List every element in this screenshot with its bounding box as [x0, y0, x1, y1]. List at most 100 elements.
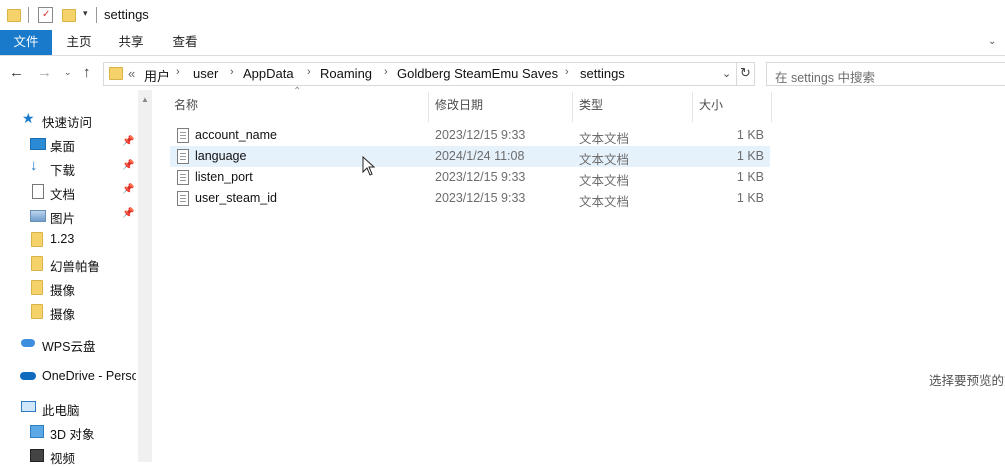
breadcrumb-settings[interactable]: settings: [580, 66, 625, 81]
refresh-icon[interactable]: ↻: [740, 65, 751, 81]
video-icon: [30, 449, 44, 462]
chevron-right-icon[interactable]: ›: [176, 66, 180, 78]
chevron-right-icon[interactable]: ›: [565, 66, 569, 78]
sidebar-item-folder-1-23[interactable]: 1.23: [0, 227, 138, 251]
column-divider[interactable]: [572, 92, 573, 122]
table-row[interactable]: account_name 2023/12/15 9:33 文本文档 1 KB: [170, 125, 770, 146]
pin-icon[interactable]: 📌: [122, 208, 134, 219]
sidebar-item-quick-access[interactable]: ★ 快速访问: [0, 107, 138, 131]
tab-share[interactable]: 共享: [110, 30, 152, 55]
sort-ascending-icon: ⌃: [293, 86, 302, 97]
text-file-icon: [177, 170, 189, 185]
sidebar-item-label: 文档: [50, 188, 76, 202]
sidebar-item-wps-cloud[interactable]: WPS云盘: [0, 331, 138, 355]
column-divider[interactable]: [771, 92, 772, 122]
toolbar-separator: [28, 7, 29, 23]
breadcrumb-users[interactable]: 用户: [144, 66, 170, 85]
column-header-name[interactable]: 名称: [174, 96, 198, 113]
sidebar-item-documents[interactable]: 文档 📌: [0, 179, 138, 203]
chevron-right-icon[interactable]: ›: [307, 66, 311, 78]
breadcrumb-appdata[interactable]: AppData: [243, 66, 294, 81]
sidebar-item-label: 摄像: [50, 284, 76, 298]
column-header-type[interactable]: 类型: [579, 96, 603, 113]
toolbar-separator: [96, 7, 97, 23]
new-folder-icon[interactable]: [62, 9, 76, 22]
nav-scrollbar[interactable]: ▲: [138, 90, 152, 462]
file-size: 1 KB: [736, 128, 764, 142]
folder-icon[interactable]: [7, 9, 21, 22]
customize-toolbar-icon[interactable]: ▾: [83, 8, 88, 19]
preview-pane-message: 选择要预览的文: [929, 374, 1005, 388]
breadcrumb-goldberg[interactable]: Goldberg SteamEmu Saves: [397, 66, 558, 81]
breadcrumb-user[interactable]: user: [193, 66, 218, 81]
tab-home[interactable]: 主页: [58, 30, 100, 55]
desktop-icon: [30, 138, 46, 150]
file-date: 2024/1/24 11:08: [435, 149, 525, 163]
sidebar-item-3d-objects[interactable]: 3D 对象: [0, 419, 138, 443]
cloud-icon: [21, 339, 35, 347]
text-file-icon: [177, 128, 189, 143]
sidebar-item-label: 此电脑: [42, 404, 80, 418]
sidebar-item-label: 幻兽帕鲁: [50, 260, 101, 274]
file-date: 2023/12/15 9:33: [435, 128, 526, 142]
file-name: user_steam_id: [195, 191, 277, 205]
sidebar-item-pictures[interactable]: 图片 📌: [0, 203, 138, 227]
sidebar-item-videos[interactable]: 视频: [0, 443, 138, 467]
tab-file[interactable]: 文件: [0, 30, 52, 55]
download-icon: ↓: [30, 157, 38, 174]
title-bar: ✓ ▾ settings: [0, 0, 1005, 30]
file-name: language: [195, 149, 247, 163]
sidebar-item-this-pc[interactable]: 此电脑: [0, 395, 138, 419]
column-divider[interactable]: [692, 92, 693, 122]
scroll-up-icon[interactable]: ▲: [141, 95, 149, 104]
address-bar[interactable]: « 用户 › user › AppData › Roaming › Goldbe…: [103, 62, 755, 86]
file-size: 1 KB: [736, 191, 764, 205]
search-box[interactable]: 在 settings 中搜索: [766, 62, 1005, 86]
sidebar-item-downloads[interactable]: ↓ 下载 📌: [0, 155, 138, 179]
chevron-right-icon[interactable]: ›: [384, 66, 388, 78]
column-header-date[interactable]: 修改日期: [435, 96, 483, 113]
back-arrow-icon[interactable]: ←: [9, 64, 24, 81]
file-size: 1 KB: [736, 170, 764, 184]
column-header-size[interactable]: 大小: [699, 96, 723, 113]
sidebar-item-label: 图片: [50, 212, 76, 226]
sidebar-item-label: 快速访问: [42, 116, 93, 130]
search-input[interactable]: 在 settings 中搜索: [775, 67, 875, 86]
pin-icon[interactable]: 📌: [122, 136, 134, 147]
file-type: 文本文档: [579, 132, 630, 146]
sidebar-item-desktop[interactable]: 桌面 📌: [0, 131, 138, 155]
column-divider[interactable]: [428, 92, 429, 122]
up-arrow-icon[interactable]: ↑: [83, 64, 91, 81]
forward-arrow-icon[interactable]: →: [37, 64, 52, 81]
table-row[interactable]: listen_port 2023/12/15 9:33 文本文档 1 KB: [170, 167, 770, 188]
properties-icon[interactable]: ✓: [38, 7, 53, 23]
sidebar-item-folder-camera-2[interactable]: 摄像: [0, 299, 138, 323]
sidebar-item-label: 3D 对象: [50, 428, 95, 442]
sidebar-item-label: 视频: [50, 452, 76, 466]
folder-icon: [31, 232, 43, 247]
table-row[interactable]: language 2024/1/24 11:08 文本文档 1 KB: [170, 146, 770, 167]
pin-icon[interactable]: 📌: [122, 184, 134, 195]
sidebar-item-label: 下载: [50, 164, 76, 178]
file-name: listen_port: [195, 170, 253, 184]
file-date: 2023/12/15 9:33: [435, 170, 526, 184]
pin-icon[interactable]: 📌: [122, 160, 134, 171]
tab-view[interactable]: 查看: [164, 30, 206, 55]
breadcrumb-roaming[interactable]: Roaming: [320, 66, 372, 81]
folder-icon: [31, 280, 43, 295]
expand-ribbon-icon[interactable]: ⌄: [988, 36, 996, 47]
recent-locations-icon[interactable]: ⌄: [64, 67, 72, 78]
sidebar-item-onedrive[interactable]: OneDrive - Perso: [0, 364, 138, 388]
breadcrumb-overflow[interactable]: «: [128, 66, 135, 81]
table-row[interactable]: user_steam_id 2023/12/15 9:33 文本文档 1 KB: [170, 188, 770, 209]
sidebar-item-label: OneDrive - Perso: [42, 369, 136, 383]
folder-icon: [31, 256, 43, 271]
onedrive-cloud-icon: [20, 372, 36, 380]
picture-icon: [30, 210, 46, 222]
folder-icon: [109, 67, 123, 80]
sidebar-item-folder-palworld[interactable]: 幻兽帕鲁: [0, 251, 138, 275]
sidebar-item-folder-camera[interactable]: 摄像: [0, 275, 138, 299]
chevron-right-icon[interactable]: ›: [230, 66, 234, 78]
address-dropdown-icon[interactable]: ⌄: [722, 67, 731, 80]
sidebar-item-label: 1.23: [50, 232, 75, 246]
